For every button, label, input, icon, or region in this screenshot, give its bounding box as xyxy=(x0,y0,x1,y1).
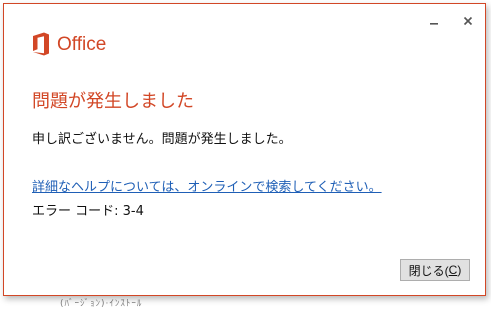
close-button-label-end: ) xyxy=(457,263,462,277)
close-button-accelerator: C xyxy=(448,263,458,277)
office-logo-icon xyxy=(33,32,49,56)
error-code: エラー コード: 3-4 xyxy=(32,204,144,219)
office-logo-text: Office xyxy=(57,33,107,55)
close-button-label: 閉じる( xyxy=(408,263,449,278)
minimize-button[interactable] xyxy=(425,12,443,30)
close-icon xyxy=(463,16,473,26)
minimize-icon xyxy=(430,23,438,25)
office-logo: Office xyxy=(31,32,106,56)
close-button[interactable]: 閉じる(C) xyxy=(400,259,470,281)
titlebar-buttons xyxy=(425,12,477,30)
dialog-heading: 問題が発生しました xyxy=(32,91,194,112)
online-help-link[interactable]: 詳細なヘルプについては、オンラインで検索してください。 xyxy=(32,176,382,195)
error-message: 申し訳ございません。問題が発生しました。 xyxy=(32,132,292,147)
close-window-button[interactable] xyxy=(459,12,477,30)
error-dialog: Office 問題が発生しました 申し訳ございません。問題が発生しました。 詳細… xyxy=(3,3,486,296)
